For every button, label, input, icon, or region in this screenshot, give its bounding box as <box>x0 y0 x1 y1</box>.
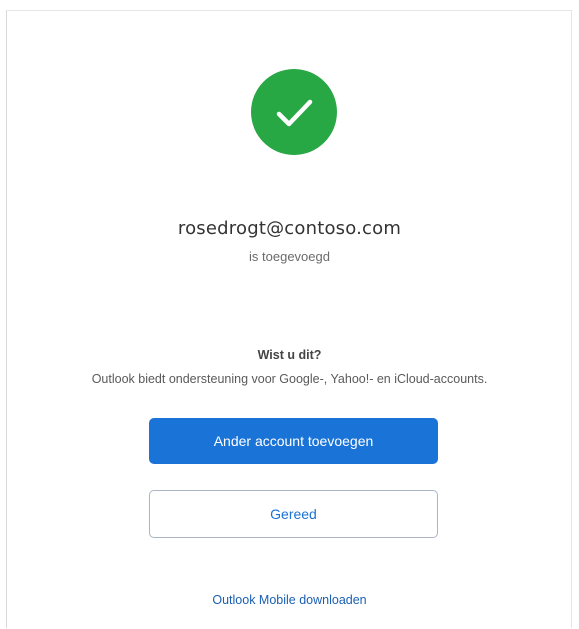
add-another-account-button[interactable]: Ander account toevoegen <box>149 418 438 464</box>
download-outlook-mobile-link[interactable]: Outlook Mobile downloaden <box>0 593 579 607</box>
tip-title: Wist u dit? <box>257 348 322 362</box>
account-status-text: is toegevoegd <box>249 249 330 264</box>
account-email: rosedrogt@contoso.com <box>177 218 402 239</box>
tip-body: Outlook biedt ondersteuning voor Google-… <box>91 372 488 386</box>
done-button[interactable]: Gereed <box>149 490 438 538</box>
checkmark-icon <box>276 99 313 127</box>
success-checkmark-icon <box>251 69 337 155</box>
